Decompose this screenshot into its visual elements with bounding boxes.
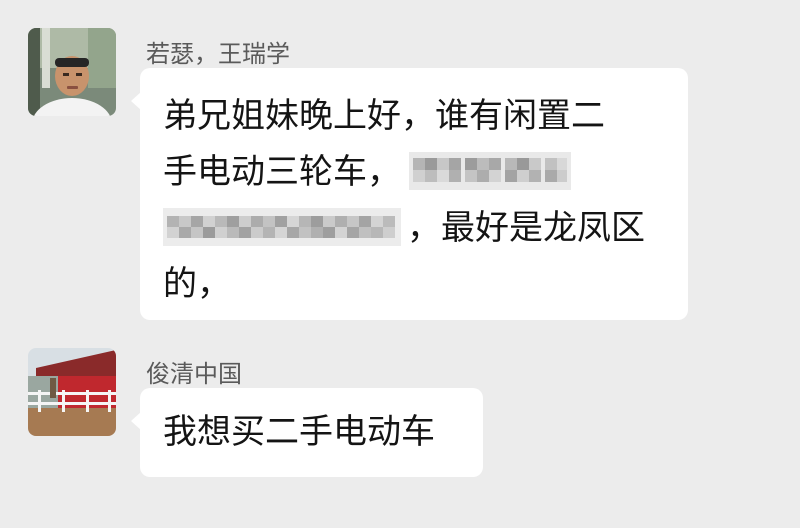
chat-area: 若瑟，王瑞学 弟兄姐妹晚上好，谁有闲置二 手电动三轮车， ，最好是龙凤区 的， … <box>0 0 800 528</box>
message-line: 弟兄姐妹晚上好，谁有闲置二 <box>163 96 605 136</box>
bubble-tail <box>131 92 141 110</box>
message-line: 的， <box>163 264 231 304</box>
message-bubble[interactable]: 弟兄姐妹晚上好，谁有闲置二 手电动三轮车， ，最好是龙凤区 的， <box>131 68 688 320</box>
message-bubble[interactable]: 我想买二手电动车 <box>131 388 483 477</box>
avatar-sender-1[interactable] <box>28 28 116 116</box>
bubble-tail <box>131 412 141 430</box>
message-line: 手电动三轮车， <box>163 144 688 200</box>
message-line: 我想买二手电动车 <box>163 412 435 452</box>
message-line-text: ，最好是龙凤区 <box>407 208 645 248</box>
sender-name: 俊清中国 <box>146 360 242 388</box>
avatar-sender-2[interactable] <box>28 348 116 436</box>
message-line: ，最好是龙凤区 <box>163 200 688 256</box>
message-line-text: 手电动三轮车， <box>163 152 401 192</box>
redacted-phone-number <box>163 207 401 246</box>
sender-name: 若瑟，王瑞学 <box>146 40 290 68</box>
redacted-name <box>409 151 571 190</box>
